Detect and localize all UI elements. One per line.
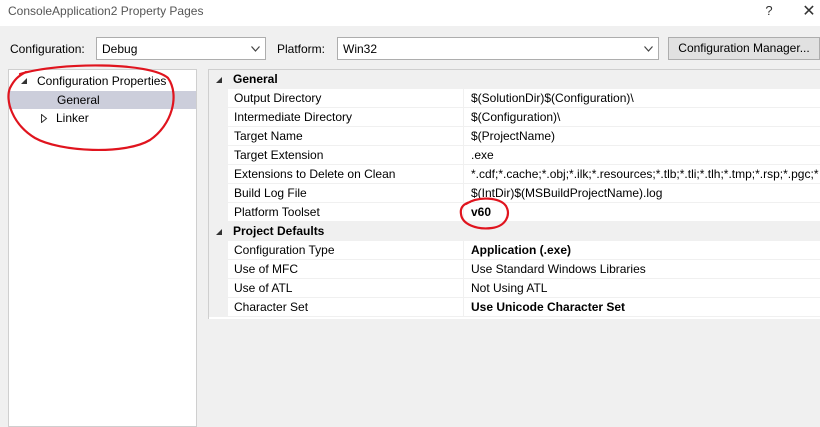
property-row[interactable]: Platform Toolset v60: [209, 203, 820, 222]
tree-item-label: General: [57, 93, 100, 107]
property-name: Use of MFC: [234, 262, 299, 276]
help-icon[interactable]: ?: [762, 3, 776, 18]
property-name: Target Name: [234, 129, 303, 143]
platform-dropdown[interactable]: Win32: [337, 37, 659, 60]
column-separator: [463, 165, 464, 184]
expanded-triangle-icon[interactable]: [20, 77, 28, 85]
property-row[interactable]: Output Directory $(SolutionDir)$(Configu…: [209, 89, 820, 108]
property-name: Configuration Type: [234, 243, 335, 257]
row-gutter: [209, 165, 228, 184]
title-bar: ConsoleApplication2 Property Pages ? ✕: [0, 0, 820, 26]
property-tree[interactable]: Configuration Properties General Linker: [8, 69, 197, 427]
row-gutter: [209, 127, 228, 146]
chevron-down-icon: [644, 46, 653, 52]
property-row[interactable]: Intermediate Directory $(Configuration)\: [209, 108, 820, 127]
tree-item-label: Linker: [56, 111, 89, 125]
column-separator: [463, 127, 464, 146]
property-row[interactable]: Extensions to Delete on Clean *.cdf;*.ca…: [209, 165, 820, 184]
column-separator: [463, 203, 464, 222]
category-project-defaults[interactable]: Project Defaults: [209, 222, 820, 241]
tree-item-linker[interactable]: Linker: [9, 109, 196, 127]
property-value[interactable]: *.cdf;*.cache;*.obj;*.ilk;*.resources;*.…: [471, 167, 820, 181]
column-separator: [463, 260, 464, 279]
category-label: Project Defaults: [233, 224, 325, 238]
column-separator: [463, 108, 464, 127]
row-gutter: [209, 146, 228, 165]
property-name: Build Log File: [234, 186, 307, 200]
row-gutter: [209, 279, 228, 298]
property-name: Use of ATL: [234, 281, 293, 295]
column-separator: [463, 241, 464, 260]
column-separator: [463, 146, 464, 165]
tree-item-configuration-properties[interactable]: Configuration Properties: [9, 72, 196, 90]
row-gutter: [209, 89, 228, 108]
property-row[interactable]: Use of ATL Not Using ATL: [209, 279, 820, 298]
property-value[interactable]: $(ProjectName): [471, 129, 820, 143]
property-row[interactable]: Target Name $(ProjectName): [209, 127, 820, 146]
property-name: Output Directory: [234, 91, 322, 105]
row-gutter: [209, 184, 228, 203]
platform-label: Platform:: [277, 42, 326, 56]
column-separator: [463, 89, 464, 108]
row-gutter: [209, 260, 228, 279]
property-value[interactable]: Use Standard Windows Libraries: [471, 262, 820, 276]
property-value[interactable]: .exe: [471, 148, 820, 162]
property-row[interactable]: Configuration Type Application (.exe): [209, 241, 820, 260]
property-value[interactable]: $(IntDir)$(MSBuildProjectName).log: [471, 186, 820, 200]
property-value[interactable]: Not Using ATL: [471, 281, 820, 295]
property-value[interactable]: Use Unicode Character Set: [471, 300, 820, 314]
property-name: Character Set: [234, 300, 309, 314]
property-name: Target Extension: [234, 148, 324, 162]
property-value[interactable]: v60: [471, 205, 820, 219]
property-value[interactable]: $(Configuration)\: [471, 110, 820, 124]
column-separator: [463, 279, 464, 298]
property-row[interactable]: Target Extension .exe: [209, 146, 820, 165]
row-gutter: [209, 108, 228, 127]
row-gutter: [209, 203, 228, 222]
tree-item-label: Configuration Properties: [37, 74, 167, 88]
property-row[interactable]: Character Set Use Unicode Character Set: [209, 298, 820, 317]
row-gutter: [209, 298, 228, 317]
column-separator: [463, 184, 464, 203]
expanded-triangle-icon[interactable]: [215, 76, 223, 84]
chevron-down-icon: [251, 46, 260, 52]
expanded-triangle-icon[interactable]: [215, 228, 223, 236]
configuration-label: Configuration:: [10, 42, 85, 56]
window-title: ConsoleApplication2 Property Pages: [8, 4, 204, 18]
category-label: General: [233, 72, 278, 86]
configuration-value: Debug: [102, 42, 138, 56]
configuration-manager-button[interactable]: Configuration Manager...: [668, 37, 820, 60]
close-icon[interactable]: ✕: [800, 1, 818, 21]
property-grid[interactable]: General Output Directory $(SolutionDir)$…: [208, 69, 820, 319]
property-value[interactable]: $(SolutionDir)$(Configuration)\: [471, 91, 820, 105]
property-row[interactable]: Build Log File $(IntDir)$(MSBuildProject…: [209, 184, 820, 203]
column-separator: [463, 298, 464, 317]
platform-value: Win32: [343, 42, 378, 56]
property-name: Intermediate Directory: [234, 110, 353, 124]
tree-item-general[interactable]: General: [9, 91, 196, 109]
category-general[interactable]: General: [209, 70, 820, 89]
property-name: Platform Toolset: [234, 205, 320, 219]
configuration-dropdown[interactable]: Debug: [96, 37, 266, 60]
property-value[interactable]: Application (.exe): [471, 243, 820, 257]
row-gutter: [209, 241, 228, 260]
collapsed-triangle-icon[interactable]: [40, 114, 48, 123]
property-row[interactable]: Use of MFC Use Standard Windows Librarie…: [209, 260, 820, 279]
property-name: Extensions to Delete on Clean: [234, 167, 396, 181]
